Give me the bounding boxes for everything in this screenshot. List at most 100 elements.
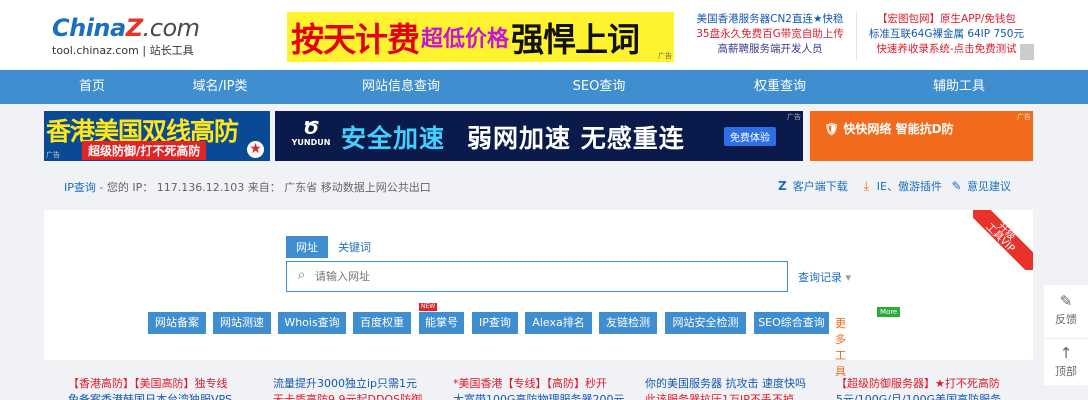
text-ad-link[interactable]: 大宽带100G高防物理服务器200元 bbox=[453, 392, 639, 400]
quick-tool-button[interactable]: Whois查询 bbox=[278, 312, 346, 334]
text-ad-links: 【香港高防】【美国高防】独专线 免备案香港韩国日本台湾独服VPS 流量提升300… bbox=[44, 372, 1033, 400]
quick-tool-button[interactable]: 百度权重 bbox=[353, 312, 411, 334]
text-ad-link[interactable]: 你的美国服务器 抗攻击 速度快吗 bbox=[645, 376, 831, 392]
banner-ad-subtitle: 弱网加速 无感重连 bbox=[467, 124, 685, 153]
text-ad-link[interactable]: 此该服务器抗压1万IP不丢不掉 bbox=[645, 392, 831, 400]
star-icon: ★ bbox=[247, 141, 264, 158]
ad-tag: 广告 bbox=[787, 113, 801, 121]
ip-query-link[interactable]: IP查询 bbox=[64, 181, 96, 194]
text-ad-column: 【超级防御服务器】★打不死高防 5元/100G/月/100G美国高防服务 bbox=[836, 376, 1022, 400]
side-feedback-button[interactable]: ✎ 反馈 bbox=[1044, 287, 1088, 335]
back-to-top-button[interactable]: ↑ 顶部 bbox=[1044, 338, 1088, 386]
vip-upgrade-ribbon[interactable]: 升级 工具VIP bbox=[973, 210, 1033, 270]
quick-tool-button[interactable]: 网站安全检测 bbox=[665, 312, 746, 334]
text-ad-link[interactable]: 【超级防御服务器】★打不死高防 bbox=[836, 376, 1022, 392]
nav-tools[interactable]: 辅助工具 bbox=[879, 70, 1039, 104]
text-ad-column: 你的美国服务器 抗攻击 速度快吗 此该服务器抗压1万IP不丢不掉 bbox=[645, 376, 831, 400]
edit-icon: ✎ bbox=[1059, 292, 1073, 310]
logo-brand-main: China bbox=[52, 14, 126, 42]
arrow-up-icon: ↑ bbox=[1059, 344, 1073, 362]
site-logo[interactable]: ChinaZ.com tool.chinaz.com | 站长工具 bbox=[52, 14, 200, 58]
banner-ad-hk-us[interactable]: 香港美国双线高防 超级防御/打不死高防 ★ 广告 bbox=[44, 111, 270, 161]
nav-seo[interactable]: SEO查询 bbox=[519, 70, 679, 104]
yundun-logo-icon: Ծ bbox=[303, 118, 319, 139]
query-history-label: 查询记录 bbox=[798, 271, 842, 284]
quick-tool-button[interactable]: SEO综合查询 bbox=[754, 312, 829, 334]
quick-tool-button[interactable]: Alexa排名 bbox=[525, 312, 592, 334]
text-ad-column: *美国香港【专线】【高防】秒开 大宽带100G高防物理服务器200元 bbox=[453, 376, 639, 400]
ad-tag: 广告 bbox=[1017, 113, 1031, 121]
client-download-link[interactable]: 客户端下载 bbox=[793, 178, 848, 194]
vip-ribbon: 升级 工具VIP bbox=[973, 210, 1033, 270]
text-ad-link[interactable]: 【香港高防】【美国高防】独专线 bbox=[68, 376, 254, 392]
top-text-ad-2[interactable]: 【宏图包网】原生APP/免钱包 标准互联64G裸金属 64IP 750元 快速养… bbox=[856, 12, 1036, 60]
banner-ad-kuaikuai[interactable]: 🛡 快快网络 智能抗D防 广告 bbox=[810, 111, 1033, 161]
logo-brand-domain: .com bbox=[142, 14, 200, 42]
free-trial-button[interactable]: 免费体验 bbox=[724, 127, 776, 146]
text-ad-link[interactable]: 无卡盾高防9.9元起DDOS防御 bbox=[273, 392, 459, 400]
search-icon: ⌕ bbox=[297, 267, 306, 283]
banner-ad-subtitle: 超级防御/打不死高防 bbox=[82, 141, 207, 160]
yundun-logo-text: YUNDUN bbox=[291, 138, 331, 147]
nav-site-info[interactable]: 网站信息查询 bbox=[321, 70, 481, 104]
top-ad-part3: 强悍上词 bbox=[511, 20, 640, 59]
top-text-ad-1-line[interactable]: 美国香港服务器CN2直连★快稳 bbox=[686, 12, 854, 27]
tab-url[interactable]: 网址 bbox=[286, 236, 328, 258]
logo-brand-z: Z bbox=[125, 14, 143, 42]
banner-ad-title: 🛡 快快网络 智能抗D防 bbox=[824, 120, 954, 137]
quick-tool-button[interactable]: 网站测速 bbox=[213, 312, 271, 334]
logo-subtitle: tool.chinaz.com | 站长工具 bbox=[52, 44, 194, 57]
header: ChinaZ.com tool.chinaz.com | 站长工具 按天计费 超… bbox=[0, 0, 1088, 70]
top-banner-ad[interactable]: 按天计费 超低价格 强悍上词 广告 bbox=[287, 12, 674, 62]
text-ad-column: 流量提升3000独立ip只需1元 无卡盾高防9.9元起DDOS防御 bbox=[273, 376, 459, 400]
more-tools-label: 更多工具 bbox=[835, 317, 846, 378]
top-text-ad-2-line[interactable]: 快速养收录系统-点击免费测试 bbox=[857, 42, 1036, 57]
top-text-ad-1-line[interactable]: 高薪聘服务端开发人员 bbox=[686, 42, 854, 57]
quick-tool-button[interactable]: 网站备案 bbox=[148, 312, 206, 334]
quick-tool-button[interactable]: IP查询 bbox=[472, 312, 518, 334]
quick-tool-label: 能掌号 bbox=[425, 316, 458, 329]
from-label: 来自： bbox=[247, 181, 281, 194]
back-to-top-label: 顶部 bbox=[1055, 365, 1077, 378]
top-ad-part1: 按天计费 bbox=[291, 20, 420, 59]
plugin-link[interactable]: IE、傲游插件 bbox=[877, 178, 942, 194]
ip-prefix: - 您的 IP： bbox=[99, 181, 154, 194]
logo-wordmark: ChinaZ.com bbox=[52, 14, 200, 42]
top-text-ad-2-line[interactable]: 标准互联64G裸金属 64IP 750元 bbox=[857, 27, 1036, 42]
ip-value: 117.136.12.103 bbox=[156, 181, 245, 194]
text-ad-link[interactable]: 5元/100G/月/100G美国高防服务 bbox=[836, 392, 1022, 400]
feedback-link[interactable]: 意见建议 bbox=[967, 178, 1011, 194]
top-text-ad-2-line[interactable]: 【宏图包网】原生APP/免钱包 bbox=[857, 12, 1036, 27]
vip-line2: 工具VIP bbox=[983, 221, 1017, 255]
text-ad-column: 【香港高防】【美国高防】独专线 免备案香港韩国日本台湾独服VPS bbox=[68, 376, 254, 400]
ad-tag: 广告 bbox=[658, 52, 672, 60]
quick-tool-button[interactable]: 能掌号 NEW bbox=[419, 303, 464, 334]
banner-ad-title: 安全加速 bbox=[341, 124, 446, 153]
ad-badge-icon bbox=[1020, 44, 1034, 60]
text-ad-link[interactable]: 免备案香港韩国日本台湾独服VPS bbox=[68, 392, 254, 400]
quick-tool-button[interactable]: 友链检测 bbox=[599, 312, 657, 334]
banner-ad-yundun[interactable]: Ծ YUNDUN 安全加速 弱网加速 无感重连 免费体验 广告 bbox=[275, 111, 803, 161]
search-tabs: 网址 关键词 bbox=[286, 236, 381, 258]
top-text-ad-1-line[interactable]: 35盘永久免费百G带宽自助上传 bbox=[686, 27, 854, 42]
search-panel: 网址 关键词 ⌕ 查询记录 ▾ 网站备案 网站测速 Whois查询 百度权重 能… bbox=[44, 210, 1033, 378]
search-input[interactable] bbox=[315, 262, 785, 291]
main-nav: 首页 域名/IP类 网站信息查询 SEO查询 权重查询 辅助工具 bbox=[0, 70, 1088, 104]
nav-weight[interactable]: 权重查询 bbox=[700, 70, 860, 104]
chevron-down-icon: ▾ bbox=[845, 271, 852, 284]
text-ad-link[interactable]: 流量提升3000独立ip只需1元 bbox=[273, 376, 459, 392]
query-history-dropdown[interactable]: 查询记录 ▾ bbox=[798, 269, 851, 285]
new-badge: NEW bbox=[419, 303, 438, 311]
top-text-ad-1[interactable]: 美国香港服务器CN2直连★快稳 35盘永久免费百G带宽自助上传 高薪聘服务端开发… bbox=[686, 12, 854, 60]
search-box: ⌕ bbox=[286, 261, 788, 292]
more-tools-link[interactable]: 更多工具 More bbox=[835, 307, 901, 379]
tab-keyword[interactable]: 关键词 bbox=[328, 236, 381, 258]
shield-icon: 🛡 bbox=[824, 122, 840, 136]
page: ChinaZ.com tool.chinaz.com | 站长工具 按天计费 超… bbox=[0, 0, 1088, 400]
nav-domain-ip[interactable]: 域名/IP类 bbox=[140, 70, 300, 104]
ad-tag: 广告 bbox=[46, 151, 60, 159]
download-icon: ⤓ bbox=[863, 178, 869, 193]
side-feedback-label: 反馈 bbox=[1055, 313, 1077, 326]
info-actions: Z 客户端下载 ⤓ IE、傲游插件 ✎ 意见建议 bbox=[776, 178, 1011, 194]
text-ad-link[interactable]: *美国香港【专线】【高防】秒开 bbox=[453, 376, 639, 392]
